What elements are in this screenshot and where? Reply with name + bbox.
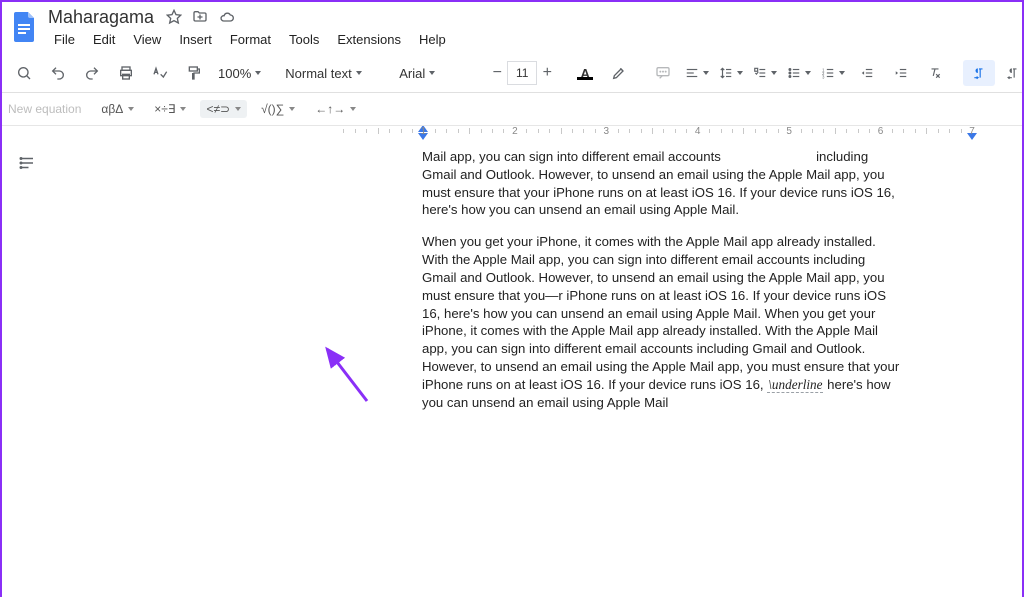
font-family-select[interactable]: Arial: [393, 60, 475, 86]
align-button[interactable]: [681, 60, 713, 86]
decrease-indent-button[interactable]: [851, 60, 883, 86]
increase-indent-button[interactable]: [885, 60, 917, 86]
move-icon[interactable]: [192, 9, 208, 25]
new-equation-label: New equation: [8, 102, 81, 116]
menu-insert[interactable]: Insert: [171, 30, 220, 49]
document-outline-button[interactable]: [14, 150, 40, 176]
menu-bar: File Edit View Insert Format Tools Exten…: [46, 28, 454, 50]
svg-text:3: 3: [822, 74, 825, 79]
checklist-button[interactable]: [749, 60, 781, 86]
equation-inline[interactable]: \underline: [767, 377, 823, 393]
menu-format[interactable]: Format: [222, 30, 279, 49]
rtl-button[interactable]: [997, 60, 1024, 86]
undo-button[interactable]: [42, 60, 74, 86]
zoom-select[interactable]: 100%: [212, 60, 267, 86]
docs-logo[interactable]: [12, 10, 38, 44]
menu-view[interactable]: View: [125, 30, 169, 49]
search-menus-button[interactable]: [8, 60, 40, 86]
toolbar: 100% Normal text Arial − + A 123: [2, 54, 1022, 93]
print-button[interactable]: [110, 60, 142, 86]
star-icon[interactable]: [166, 9, 182, 25]
decrease-font-size-button[interactable]: −: [487, 62, 507, 84]
cloud-status-icon[interactable]: [218, 9, 236, 25]
horizontal-ruler[interactable]: 1234567: [52, 126, 1022, 142]
paint-format-button[interactable]: [178, 60, 210, 86]
highlight-color-button[interactable]: [603, 60, 635, 86]
bulleted-list-button[interactable]: [783, 60, 815, 86]
menu-tools[interactable]: Tools: [281, 30, 327, 49]
font-size-input[interactable]: [507, 61, 537, 85]
numbered-list-button[interactable]: 123: [817, 60, 849, 86]
menu-help[interactable]: Help: [411, 30, 454, 49]
document-page[interactable]: Mail app, you can sign into different em…: [332, 142, 992, 465]
body-paragraph[interactable]: Mail app, you can sign into different em…: [422, 148, 902, 219]
text-color-button[interactable]: A: [569, 60, 601, 86]
insert-comment-button[interactable]: [647, 60, 679, 86]
menu-edit[interactable]: Edit: [85, 30, 123, 49]
equation-arrows-menu[interactable]: ←↑→: [309, 100, 362, 118]
menu-file[interactable]: File: [46, 30, 83, 49]
body-paragraph[interactable]: When you get your iPhone, it comes with …: [422, 233, 902, 411]
redo-button[interactable]: [76, 60, 108, 86]
ltr-button[interactable]: [963, 60, 995, 86]
document-title[interactable]: Maharagama: [46, 7, 156, 28]
spellcheck-button[interactable]: [144, 60, 176, 86]
equation-toolbar: New equation αβΔ ×÷∃ <≠⊃ √()∑ ←↑→: [2, 93, 1022, 126]
menu-extensions[interactable]: Extensions: [329, 30, 409, 49]
clear-formatting-button[interactable]: [919, 60, 951, 86]
line-spacing-button[interactable]: [715, 60, 747, 86]
equation-greek-menu[interactable]: αβΔ: [95, 100, 140, 118]
increase-font-size-button[interactable]: +: [537, 62, 557, 84]
paragraph-styles-select[interactable]: Normal text: [279, 60, 381, 86]
font-size-control: − +: [487, 61, 557, 85]
body-text: When you get your iPhone, it comes with …: [422, 234, 899, 392]
equation-relations-menu[interactable]: <≠⊃: [200, 100, 247, 118]
equation-operators-menu[interactable]: ×÷∃: [148, 100, 192, 118]
equation-math-menu[interactable]: √()∑: [255, 100, 301, 118]
